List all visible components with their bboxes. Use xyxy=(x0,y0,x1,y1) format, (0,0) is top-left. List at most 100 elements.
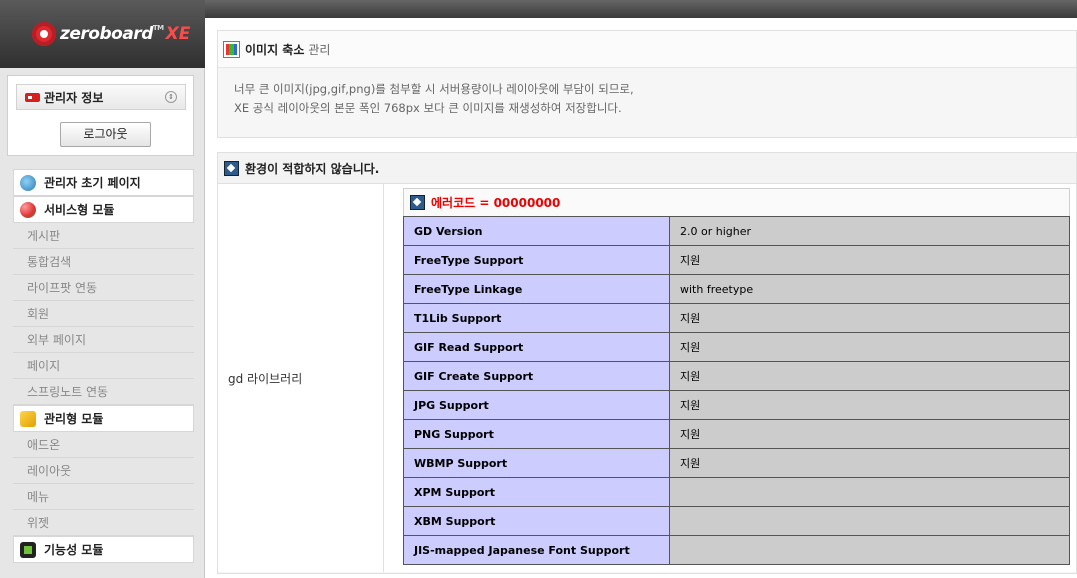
gd-feature-value xyxy=(669,506,1070,536)
sidebar-item[interactable]: 메뉴 xyxy=(13,484,194,510)
gd-feature-value: 지원 xyxy=(669,448,1070,478)
tool-icon xyxy=(224,160,239,176)
sidebar-item-label: 스프링노트 연동 xyxy=(27,385,109,399)
sidebar-item-label: 관리형 모듈 xyxy=(44,411,104,426)
gd-feature-name: FreeType Linkage xyxy=(403,274,670,304)
sidebar-item-label: 메뉴 xyxy=(27,490,50,504)
sidebar-item[interactable]: 통합검색 xyxy=(13,249,194,275)
sidebar-item[interactable]: 레이아웃 xyxy=(13,458,194,484)
logo-area: zeroboardTM XE xyxy=(0,0,205,68)
description-line-2: XE 공식 레이아웃의 본문 폭인 768px 보다 큰 이미지를 재생성하여 … xyxy=(234,101,622,115)
environment-body: gd 라이브러리 에러코드 = 00000000 GD Version 2.0 o… xyxy=(218,184,1076,572)
logo-text: zeroboardTM xyxy=(60,24,164,44)
sidebar-item-label: 관리자 초기 페이지 xyxy=(44,175,141,190)
gd-feature-value: 지원 xyxy=(669,390,1070,420)
zeroboard-logo[interactable]: zeroboardTM XE xyxy=(32,20,190,48)
sidebar-item-label: 페이지 xyxy=(27,359,61,373)
sidebar-item-label: 애드온 xyxy=(27,438,61,452)
service-module-icon xyxy=(20,201,36,218)
tool-icon xyxy=(410,195,425,210)
table-row: GIF Read Support 지원 xyxy=(403,332,1070,362)
logo-tm: TM xyxy=(152,24,164,32)
gd-feature-name: GIF Create Support xyxy=(403,361,670,391)
error-header: 에러코드 = 00000000 xyxy=(403,188,1070,216)
gd-library-label: gd 라이브러리 xyxy=(218,184,384,572)
table-row: XPM Support xyxy=(403,477,1070,507)
table-row: JIS-mapped Japanese Font Support xyxy=(403,535,1070,565)
logo-xe: XE xyxy=(165,24,191,44)
sidebar-item[interactable]: 페이지 xyxy=(13,353,194,379)
gd-feature-name: PNG Support xyxy=(403,419,670,449)
gd-feature-name: GD Version xyxy=(403,216,670,246)
logo-mark-icon xyxy=(32,22,56,46)
sidebar-item-label: 라이프팟 연동 xyxy=(27,281,98,295)
description: 너무 큰 이미지(jpg,gif,png)를 첨부할 시 서버용량이나 레이아웃… xyxy=(218,68,1076,130)
gd-feature-value: 지원 xyxy=(669,419,1070,449)
logout-button[interactable]: 로그아웃 xyxy=(60,122,151,147)
sidebar-item-label: 서비스형 모듈 xyxy=(44,202,115,217)
gd-feature-name: WBMP Support xyxy=(403,448,670,478)
manage-module-icon xyxy=(20,410,36,427)
gd-feature-name: XBM Support xyxy=(403,506,670,536)
image-icon xyxy=(224,41,239,57)
gd-feature-value: with freetype xyxy=(669,274,1070,304)
sidebar-item[interactable]: 위젯 xyxy=(13,510,194,536)
environment-title: 환경이 적합하지 않습니다. xyxy=(245,161,380,176)
sidebar-category[interactable]: 관리자 초기 페이지 xyxy=(13,169,194,196)
sidebar-category[interactable]: 기능성 모듈 xyxy=(13,536,194,563)
sidebar: zeroboardTM XE 관리자 정보 ⇕ 로그아웃 관리자 초기 페이지서… xyxy=(0,0,205,578)
table-row: T1Lib Support 지원 xyxy=(403,303,1070,333)
sidebar-menu: 관리자 초기 페이지서비스형 모듈게시판통합검색라이프팟 연동회원외부 페이지페… xyxy=(13,169,194,563)
gd-feature-value: 지원 xyxy=(669,332,1070,362)
sidebar-item-label: 위젯 xyxy=(27,516,50,530)
table-row: XBM Support xyxy=(403,506,1070,536)
admin-info-box: 관리자 정보 ⇕ 로그아웃 xyxy=(7,75,194,156)
table-row: GD Version 2.0 or higher xyxy=(403,216,1070,246)
gd-feature-value: 지원 xyxy=(669,361,1070,391)
sidebar-item-label: 게시판 xyxy=(27,229,61,243)
environment-header: 환경이 적합하지 않습니다. xyxy=(218,153,1076,184)
gd-feature-value xyxy=(669,477,1070,507)
sidebar-item[interactable]: 라이프팟 연동 xyxy=(13,275,194,301)
globe-icon xyxy=(20,174,36,191)
panel-header: 이미지 축소 관리 xyxy=(218,31,1076,68)
function-module-icon xyxy=(20,541,36,558)
gd-feature-name: GIF Read Support xyxy=(403,332,670,362)
sidebar-category[interactable]: 관리형 모듈 xyxy=(13,405,194,432)
gd-feature-value: 2.0 or higher xyxy=(669,216,1070,246)
table-row: JPG Support 지원 xyxy=(403,390,1070,420)
sidebar-item[interactable]: 외부 페이지 xyxy=(13,327,194,353)
sidebar-item-label: 회원 xyxy=(27,307,50,321)
gd-feature-value: 지원 xyxy=(669,245,1070,275)
gd-feature-name: T1Lib Support xyxy=(403,303,670,333)
table-row: WBMP Support 지원 xyxy=(403,448,1070,478)
sidebar-item-label: 레이아웃 xyxy=(27,464,72,478)
table-row: FreeType Linkage with freetype xyxy=(403,274,1070,304)
gd-feature-name: JPG Support xyxy=(403,390,670,420)
sidebar-item[interactable]: 애드온 xyxy=(13,432,194,458)
gd-feature-value xyxy=(669,535,1070,565)
environment-panel: 환경이 적합하지 않습니다. gd 라이브러리 에러코드 = 00000000 … xyxy=(217,152,1077,574)
sidebar-item[interactable]: 회원 xyxy=(13,301,194,327)
error-code: 에러코드 = 00000000 xyxy=(431,196,561,210)
error-box: 에러코드 = 00000000 GD Version 2.0 or higher F… xyxy=(403,188,1070,566)
description-line-1: 너무 큰 이미지(jpg,gif,png)를 첨부할 시 서버용량이나 레이아웃… xyxy=(234,82,634,96)
sidebar-category[interactable]: 서비스형 모듈 xyxy=(13,196,194,223)
table-row: GIF Create Support 지원 xyxy=(403,361,1070,391)
gd-info-table: GD Version 2.0 or higher FreeType Support 지… xyxy=(403,216,1070,565)
sidebar-item-label: 기능성 모듈 xyxy=(44,542,104,557)
key-icon xyxy=(25,92,40,102)
admin-info-header[interactable]: 관리자 정보 ⇕ xyxy=(16,84,186,110)
page-subtitle: 관리 xyxy=(308,42,331,57)
gd-feature-name: XPM Support xyxy=(403,477,670,507)
collapse-toggle-icon[interactable]: ⇕ xyxy=(165,91,177,103)
table-row: PNG Support 지원 xyxy=(403,419,1070,449)
gd-feature-value: 지원 xyxy=(669,303,1070,333)
page-title: 이미지 축소 xyxy=(245,42,305,57)
gd-feature-name: FreeType Support xyxy=(403,245,670,275)
sidebar-item[interactable]: 스프링노트 연동 xyxy=(13,379,194,405)
image-resize-panel: 이미지 축소 관리 너무 큰 이미지(jpg,gif,png)를 첨부할 시 서… xyxy=(217,30,1077,138)
admin-info-title: 관리자 정보 xyxy=(44,90,104,105)
sidebar-item[interactable]: 게시판 xyxy=(13,223,194,249)
sidebar-item-label: 외부 페이지 xyxy=(27,333,87,347)
